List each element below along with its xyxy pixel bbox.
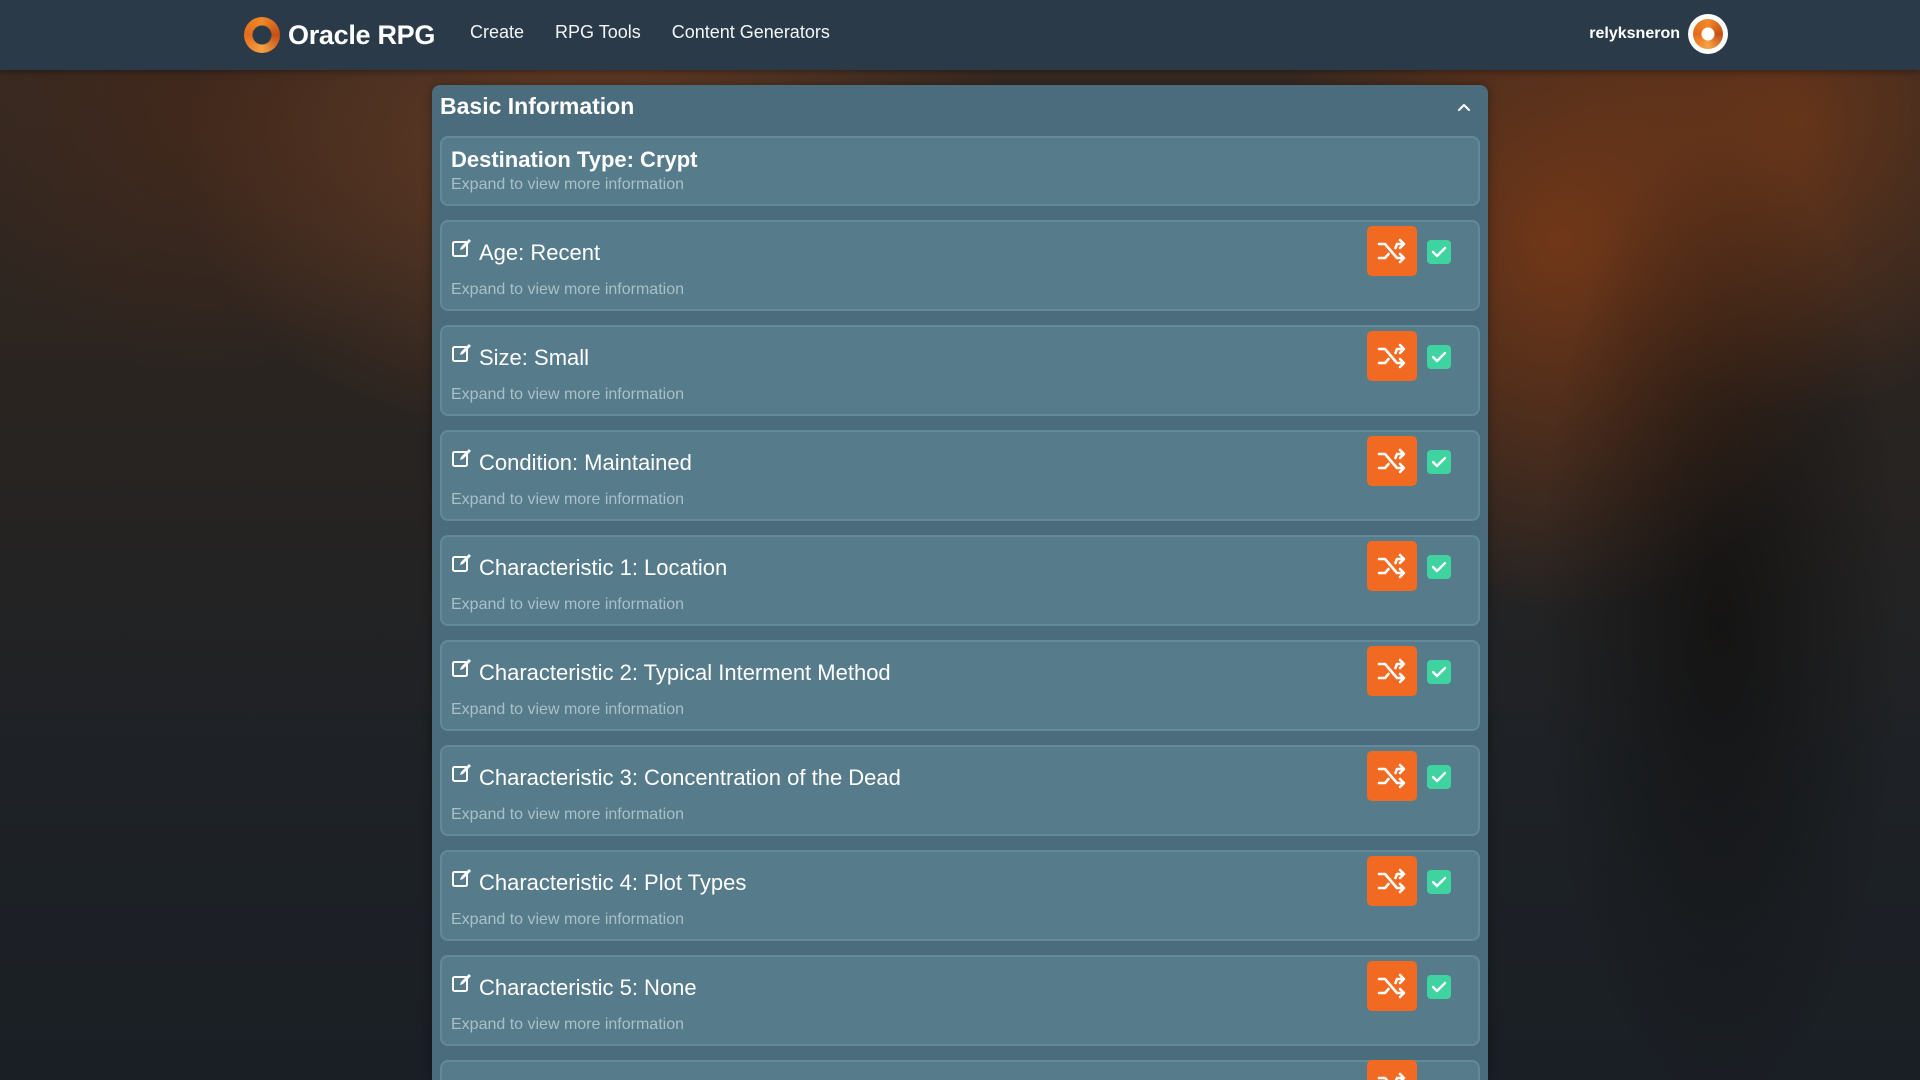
attribute-card[interactable]: Age: Recent Expand to view more informat… [440, 220, 1480, 311]
shuffle-icon [1377, 238, 1406, 264]
edit-icon[interactable] [451, 867, 473, 889]
list-item-partial[interactable] [440, 1060, 1480, 1080]
attribute-title: Characteristic 2: Typical Interment Meth… [479, 660, 891, 685]
shuffle-icon [1377, 868, 1406, 894]
shuffle-button[interactable] [1367, 646, 1417, 696]
include-checkbox[interactable] [1427, 555, 1451, 579]
expand-hint: Expand to view more information [451, 911, 684, 928]
panel-title: Basic Information [440, 93, 635, 119]
edit-icon[interactable] [451, 762, 473, 784]
attribute-card[interactable]: Size: Small Expand to view more informat… [440, 325, 1480, 416]
brand-name: Oracle RPG [288, 19, 436, 50]
expand-hint: Expand to view more information [451, 806, 684, 823]
shuffle-button[interactable] [1367, 436, 1417, 486]
include-checkbox[interactable] [1427, 450, 1451, 474]
attribute-card[interactable]: Characteristic 3: Concentration of the D… [440, 745, 1480, 836]
expand-hint: Expand to view more information [451, 176, 684, 193]
include-checkbox[interactable] [1427, 240, 1451, 264]
edit-icon[interactable] [451, 237, 473, 259]
shuffle-icon [1377, 658, 1406, 684]
user-menu[interactable]: relyksneron [1589, 14, 1728, 54]
shuffle-icon [1377, 343, 1406, 369]
shuffle-icon [1377, 553, 1406, 579]
shuffle-button[interactable] [1367, 856, 1417, 906]
attribute-card[interactable]: Characteristic 1: Location Expand to vie… [440, 535, 1480, 626]
edit-icon[interactable] [451, 342, 473, 364]
expand-hint: Expand to view more information [451, 281, 684, 298]
nav-links: Create RPG Tools Content Generators [470, 22, 830, 43]
attribute-title: Characteristic 4: Plot Types [479, 870, 747, 895]
checkmark-icon [1431, 981, 1447, 993]
checkmark-icon [1431, 351, 1447, 363]
checkmark-icon [1431, 456, 1447, 468]
checkmark-icon [1431, 876, 1447, 888]
shuffle-button[interactable] [1367, 331, 1417, 381]
attribute-list: Destination Type: Crypt Expand to view m… [440, 136, 1480, 1080]
oracle-logo-icon [244, 17, 280, 53]
attribute-title: Characteristic 3: Concentration of the D… [479, 765, 901, 790]
checkmark-icon [1431, 246, 1447, 258]
nav-create[interactable]: Create [470, 22, 524, 43]
attribute-card[interactable]: Characteristic 5: None Expand to view mo… [440, 955, 1480, 1046]
brand-link[interactable]: Oracle RPG [244, 16, 435, 54]
shuffle-icon [1377, 448, 1406, 474]
expand-hint: Expand to view more information [451, 701, 684, 718]
top-navbar: Oracle RPG Create RPG Tools Content Gene… [0, 0, 1920, 70]
edit-icon[interactable] [451, 657, 473, 679]
shuffle-icon [1377, 763, 1406, 789]
nav-rpg-tools[interactable]: RPG Tools [555, 22, 641, 43]
attribute-title: Size: Small [479, 345, 590, 370]
shuffle-button[interactable] [1367, 541, 1417, 591]
shuffle-icon [1377, 973, 1406, 999]
basic-information-panel: Basic Information Destination Type: Cryp… [432, 85, 1488, 1080]
include-checkbox[interactable] [1427, 345, 1451, 369]
oracle-avatar-icon [1693, 19, 1723, 49]
panel-header[interactable]: Basic Information [432, 85, 1488, 135]
checkmark-icon [1431, 771, 1447, 783]
include-checkbox[interactable] [1427, 765, 1451, 789]
expand-hint: Expand to view more information [451, 386, 684, 403]
edit-icon[interactable] [451, 447, 473, 469]
checkmark-icon [1431, 561, 1447, 573]
edit-icon[interactable] [451, 552, 473, 574]
shuffle-button[interactable] [1367, 1060, 1417, 1080]
attribute-title: Characteristic 1: Location [479, 555, 728, 580]
attribute-title: Condition: Maintained [479, 450, 692, 475]
expand-hint: Expand to view more information [451, 596, 684, 613]
username: relyksneron [1589, 25, 1680, 42]
destination-type-card[interactable]: Destination Type: Crypt Expand to view m… [440, 136, 1480, 206]
destination-type-title: Destination Type: Crypt [451, 147, 698, 172]
edit-icon[interactable] [451, 972, 473, 994]
nav-content-generators[interactable]: Content Generators [672, 22, 830, 43]
attribute-title: Characteristic 5: None [479, 975, 697, 1000]
include-checkbox[interactable] [1427, 975, 1451, 999]
shuffle-icon [1377, 1072, 1406, 1080]
expand-hint: Expand to view more information [451, 491, 684, 508]
expand-hint: Expand to view more information [451, 1016, 684, 1033]
attribute-card[interactable]: Characteristic 4: Plot Types Expand to v… [440, 850, 1480, 941]
include-checkbox[interactable] [1427, 870, 1451, 894]
checkmark-icon [1431, 666, 1447, 678]
shuffle-button[interactable] [1367, 226, 1417, 276]
shuffle-button[interactable] [1367, 751, 1417, 801]
attribute-title: Age: Recent [479, 240, 601, 265]
chevron-up-icon[interactable] [1454, 97, 1474, 117]
shuffle-button[interactable] [1367, 961, 1417, 1011]
include-checkbox[interactable] [1427, 660, 1451, 684]
avatar[interactable] [1688, 14, 1728, 54]
attribute-card[interactable]: Condition: Maintained Expand to view mor… [440, 430, 1480, 521]
attribute-card[interactable]: Characteristic 2: Typical Interment Meth… [440, 640, 1480, 731]
